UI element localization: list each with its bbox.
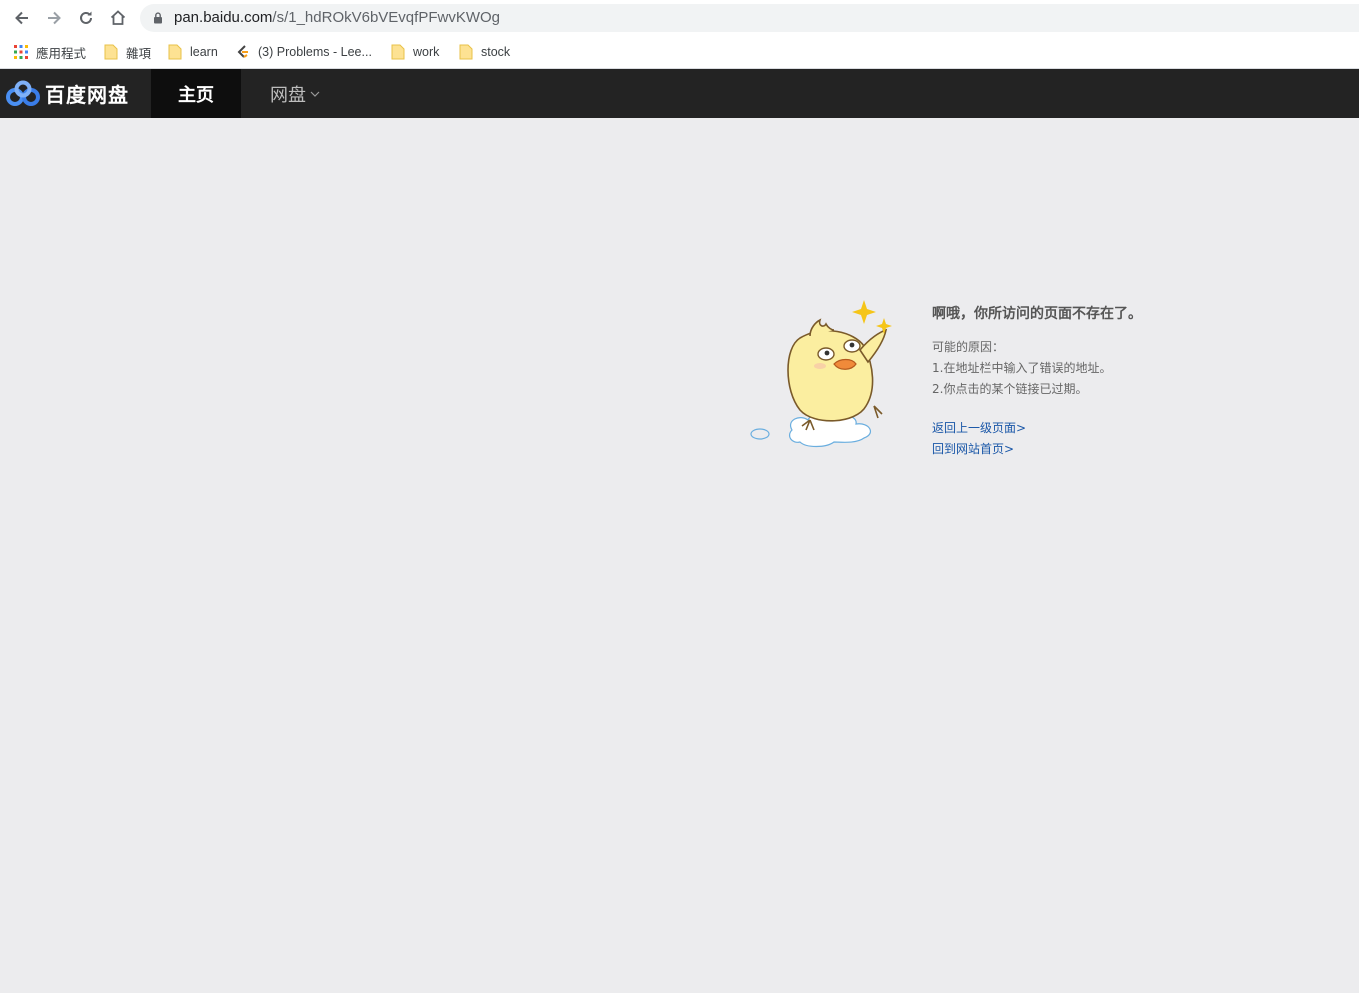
error-title: 啊哦，你所访问的页面不存在了。 [932, 306, 1142, 322]
bookmark-label: 雜項 [126, 46, 152, 61]
leetcode-icon [236, 44, 250, 60]
bookmark-apps[interactable]: 應用程式 [14, 43, 86, 61]
reload-button[interactable] [74, 6, 98, 30]
url-host: pan.baidu.com [174, 9, 273, 26]
chick-illustration [750, 300, 892, 448]
back-to-home-link[interactable]: 回到网站首页> [932, 439, 1142, 460]
cloud-logo-icon [6, 80, 40, 106]
bookmark-label: learn [190, 45, 218, 59]
reasons-heading: 可能的原因： [932, 340, 1005, 354]
bookmark-learn[interactable]: learn [168, 43, 218, 61]
logo-text: 百度网盘 [45, 83, 129, 107]
bookmark-label: 應用程式 [36, 46, 87, 61]
home-button[interactable] [106, 6, 130, 30]
reason-item: 2.你点击的某个链接已过期。 [932, 382, 1088, 396]
apps-grid-icon [14, 45, 28, 59]
url-path: /s/1_hdROkV6bVEvqfPFwvKWOg [272, 9, 500, 26]
back-to-previous-link[interactable]: 返回上一级页面> [932, 418, 1142, 439]
reason-item: 1.在地址栏中输入了错误的地址。 [932, 361, 1112, 375]
url-text: pan.baidu.com/s/1_hdROkV6bVEvqfPFwvKWOg [174, 9, 500, 26]
bookmark-work[interactable]: work [391, 43, 439, 61]
folder-icon [168, 44, 182, 60]
bookmark-label: (3) Problems - Lee... [258, 45, 372, 59]
folder-icon [459, 44, 473, 60]
site-header: 百度网盘 主页 网盘 [0, 69, 1359, 118]
bookmark-misc[interactable]: 雜項 [104, 43, 151, 61]
reload-icon [80, 11, 92, 24]
home-icon [110, 10, 126, 25]
bookmark-label: stock [481, 45, 511, 59]
folder-icon [104, 44, 118, 60]
forward-button[interactable] [42, 6, 66, 30]
address-bar[interactable]: pan.baidu.com/s/1_hdROkV6bVEvqfPFwvKWOg [140, 4, 1359, 32]
chevron-down-icon [310, 91, 320, 97]
bookmark-leetcode[interactable]: (3) Problems - Lee... [236, 43, 372, 61]
error-links: 返回上一级页面> 回到网站首页> [932, 418, 1142, 460]
arrow-right-icon [48, 11, 61, 25]
bookmark-label: work [413, 45, 440, 59]
browser-toolbar: pan.baidu.com/s/1_hdROkV6bVEvqfPFwvKWOg [0, 0, 1359, 36]
tab-netdisk[interactable]: 网盘 [270, 69, 320, 118]
error-reasons: 可能的原因： 1.在地址栏中输入了错误的地址。 2.你点击的某个链接已过期。 [932, 337, 1142, 400]
error-message: 啊哦，你所访问的页面不存在了。 可能的原因： 1.在地址栏中输入了错误的地址。 … [932, 303, 1142, 460]
tab-label: 网盘 [270, 84, 306, 106]
folder-icon [391, 44, 405, 60]
tab-home[interactable]: 主页 [151, 69, 241, 118]
arrow-left-icon [15, 11, 28, 25]
baidu-pan-logo[interactable]: 百度网盘 [5, 69, 129, 118]
lock-icon [154, 12, 162, 24]
back-button[interactable] [10, 6, 34, 30]
bookmark-stock[interactable]: stock [459, 43, 510, 61]
bookmarks-bar: 應用程式 雜項 learn (3) Problems - Lee... work… [0, 36, 1359, 69]
